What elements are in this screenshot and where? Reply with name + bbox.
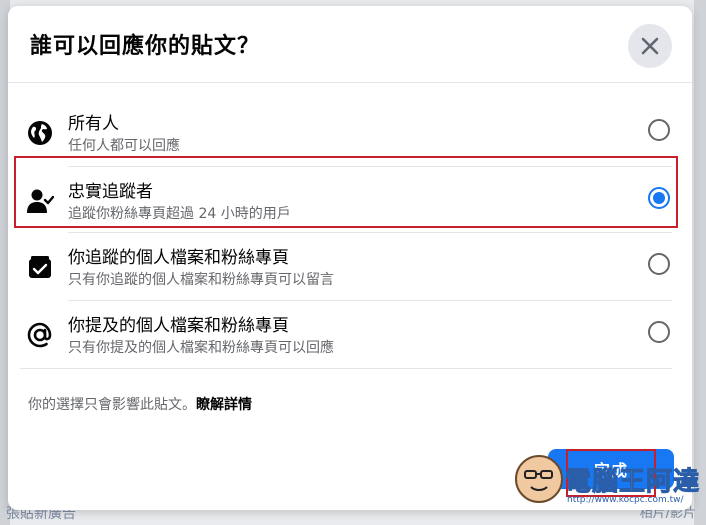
footer-note: 你的選擇只會影響此貼文。瞭解詳情 [28,394,252,414]
follower-check-icon [26,187,54,215]
option-label: 所有人 [68,114,119,134]
option-description: 只有你提及的個人檔案和粉絲專頁可以回應 [68,340,334,356]
option-loyal-followers[interactable]: 忠實追蹤者 追蹤你粉絲專頁超過 24 小時的用戶 [20,167,670,233]
radio-selected-dot [653,192,665,204]
reply-permission-dialog: 誰可以回應你的貼文？ 所有人 任何人都可以回應 忠實追蹤者 追蹤你粉絲專頁超過 … [8,6,692,510]
close-button[interactable] [628,24,672,68]
radio-loyal-followers[interactable] [648,187,670,209]
option-label: 你提及的個人檔案和粉絲專頁 [68,316,289,336]
option-label: 忠實追蹤者 [68,182,153,202]
divider [20,368,672,369]
close-icon [641,37,659,55]
globe-icon [26,119,54,147]
option-profiles-you-follow[interactable]: 你追蹤的個人檔案和粉絲專頁 只有你追蹤的個人檔案和粉絲專頁可以留言 [20,233,670,299]
footer-note-text: 你的選擇只會影響此貼文。 [28,397,196,413]
option-label: 你追蹤的個人檔案和粉絲專頁 [68,248,289,268]
radio-everyone[interactable] [648,119,670,141]
option-description: 任何人都可以回應 [68,138,180,154]
radio-profiles-you-follow[interactable] [648,253,670,275]
radio-profiles-you-mention[interactable] [648,321,670,343]
learn-more-link[interactable]: 瞭解詳情 [196,397,252,413]
background-right-strip [694,0,706,525]
at-sign-icon [26,321,54,349]
option-description: 只有你追蹤的個人檔案和粉絲專頁可以留言 [68,272,334,288]
dialog-title: 誰可以回應你的貼文？ [30,34,261,59]
option-everyone[interactable]: 所有人 任何人都可以回應 [20,99,670,165]
dialog-header: 誰可以回應你的貼文？ [8,6,692,83]
done-button[interactable]: 完成 [548,449,674,489]
checkbox-folder-icon [26,253,54,281]
option-description: 追蹤你粉絲專頁超過 24 小時的用戶 [68,206,291,222]
option-profiles-you-mention[interactable]: 你提及的個人檔案和粉絲專頁 只有你提及的個人檔案和粉絲專頁可以回應 [20,301,670,367]
